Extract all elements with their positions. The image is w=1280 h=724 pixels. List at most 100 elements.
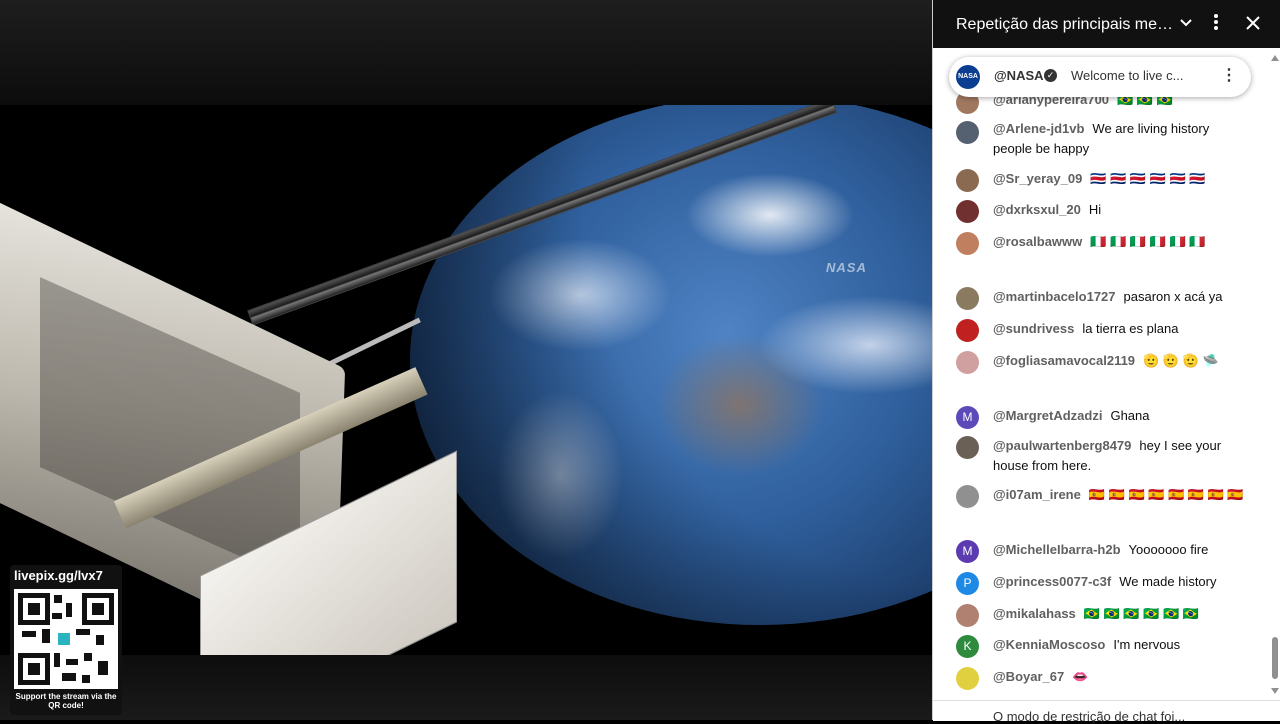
chat-message-body: @martinbacelo1727 pasaron x acá ya [993,287,1248,307]
message-author[interactable]: @princess0077-c3f [993,574,1111,589]
user-avatar[interactable] [956,232,979,255]
pinned-more-icon[interactable]: ⋮ [1221,65,1237,85]
message-author[interactable]: @rosalbawww [993,234,1082,249]
message-text: 🫡 🫡 🫡 🛸 [1143,353,1219,368]
qr-logo [58,633,70,645]
pinned-text: Welcome to live c... [1071,68,1184,83]
chat-message-body: @fogliasamavocal2119 🫡 🫡 🫡 🛸 [993,351,1248,371]
video-player[interactable]: NASA [0,0,932,720]
qr-module [62,673,76,681]
letterbox-top [0,0,932,105]
video-frame: NASA [0,105,932,655]
message-text: Hi [1088,202,1102,217]
qr-code[interactable] [14,589,118,689]
user-avatar[interactable] [956,169,979,192]
user-avatar[interactable] [956,436,979,459]
close-icon[interactable] [1241,12,1265,36]
message-author[interactable]: @martinbacelo1727 [993,289,1116,304]
message-author[interactable]: @Sr_yeray_09 [993,171,1082,186]
message-text: la tierra es plana [1082,321,1179,336]
chat-message-body: @paulwartenberg8479 hey I see your house … [993,436,1248,476]
scroll-thumb[interactable] [1272,637,1278,679]
user-avatar[interactable] [956,319,979,342]
qr-module [54,595,62,603]
qr-module [66,603,72,617]
message-author[interactable]: @KenniaMoscoso [993,637,1105,652]
user-avatar[interactable] [956,121,979,144]
qr-module [66,659,78,665]
chat-message-list[interactable]: @arianypereira700 🇧🇷 🇧🇷 🇧🇷 @Arlene-jd1vb W… [933,48,1265,698]
user-avatar[interactable]: K [956,635,979,658]
message-author[interactable]: @i07am_irene [993,487,1081,502]
chat-scrollbar[interactable] [1271,55,1279,700]
message-text: Yooooooo fire [1128,542,1209,557]
message-author[interactable]: @Arlene-jd1vb [993,121,1084,136]
chat-message-body: @MichelleIbarra-h2b Yooooooo fire [993,540,1248,560]
nasa-watermark: NASA [826,260,867,275]
qr-finder [18,653,50,685]
message-text: 🇧🇷 🇧🇷 🇧🇷 🇧🇷 🇧🇷 🇧🇷 [1083,606,1199,621]
message-author[interactable]: @Boyar_67 [993,669,1064,684]
message-author[interactable]: @MichelleIbarra-h2b [993,542,1121,557]
user-avatar[interactable] [956,287,979,310]
qr-module [96,635,104,645]
user-avatar[interactable]: M [956,540,979,563]
message-text: 🇪🇸 🇪🇸 🇪🇸 🇪🇸 🇪🇸 🇪🇸 🇪🇸 🇪🇸 [1088,487,1244,502]
message-author[interactable]: @sundrivess [993,321,1074,336]
scroll-up-icon[interactable] [1271,55,1279,61]
pinned-message[interactable]: NASA @NASA ✓ Welcome to live c... ⋮ [949,57,1251,97]
message-author[interactable]: @dxrksxul_20 [993,202,1081,217]
chat-message-body: @mikalahass 🇧🇷 🇧🇷 🇧🇷 🇧🇷 🇧🇷 🇧🇷 [993,604,1248,624]
chat-message-body: @Arlene-jd1vb We are living history peopl… [993,119,1248,159]
chat-message-body: @i07am_irene 🇪🇸 🇪🇸 🇪🇸 🇪🇸 🇪🇸 🇪🇸 🇪🇸 🇪🇸 [993,485,1248,505]
chat-message-body: @Sr_yeray_09 🇨🇷 🇨🇷 🇨🇷 🇨🇷 🇨🇷 🇨🇷 [993,169,1248,189]
chat-message-body: @princess0077-c3f We made history [993,572,1248,592]
qr-url: livepix.gg/lvx7 [14,568,103,583]
user-avatar[interactable] [956,485,979,508]
letterbox-bottom [0,655,932,720]
qr-module [82,675,90,683]
user-avatar[interactable]: M [956,406,979,429]
chat-message-body: @Boyar_67 👄 [993,667,1248,687]
user-avatar[interactable] [956,351,979,374]
message-text: We made history [1119,574,1217,589]
qr-module [52,613,62,619]
message-author[interactable]: @mikalahass [993,606,1076,621]
message-text: pasaron x acá ya [1123,289,1223,304]
qr-caption: Support the stream via the QR code! [15,692,117,710]
qr-module [98,661,108,675]
user-avatar[interactable] [956,667,979,690]
qr-module [76,629,90,635]
message-author[interactable]: @paulwartenberg8479 [993,438,1131,453]
message-author[interactable]: @MargretAdzadzi [993,408,1102,423]
message-text: I'm nervous [1113,637,1181,652]
user-avatar[interactable]: P [956,572,979,595]
chat-message-body: @rosalbawww 🇮🇹 🇮🇹 🇮🇹 🇮🇹 🇮🇹 🇮🇹 [993,232,1248,252]
chat-restriction-notice: O modo de restrição de chat foi... [933,700,1280,724]
message-text: 🇨🇷 🇨🇷 🇨🇷 🇨🇷 🇨🇷 🇨🇷 [1090,171,1206,186]
earth-shade [410,105,932,625]
message-author[interactable]: @fogliasamavocal2119 [993,353,1135,368]
message-text: 👄 [1072,669,1089,684]
chat-header: Repetição das principais mens... [933,0,1280,48]
scroll-down-icon[interactable] [1271,688,1279,694]
pinned-author[interactable]: @NASA [994,68,1044,83]
chat-message-body: @MargretAdzadzi Ghana [993,406,1248,426]
chat-mode-dropdown[interactable]: Repetição das principais mens... [956,16,1176,34]
qr-module [22,631,36,637]
user-avatar[interactable] [956,604,979,627]
qr-finder [18,593,50,625]
qr-finder [82,593,114,625]
user-avatar[interactable] [956,200,979,223]
qr-module [84,653,92,661]
chat-message-body: @sundrivess la tierra es plana [993,319,1248,339]
live-chat-panel: Repetição das principais mens... NASA @N… [932,0,1280,724]
more-vert-icon[interactable] [1204,12,1228,36]
nasa-avatar: NASA [956,65,980,89]
restriction-text: O modo de restrição de chat foi... [993,709,1186,724]
chevron-down-icon[interactable] [1174,12,1198,36]
verified-check-icon: ✓ [1044,69,1057,82]
qr-module [54,653,60,667]
message-text: 🇮🇹 🇮🇹 🇮🇹 🇮🇹 🇮🇹 🇮🇹 [1090,234,1206,249]
chat-message-body: @KenniaMoscoso I'm nervous [993,635,1248,655]
